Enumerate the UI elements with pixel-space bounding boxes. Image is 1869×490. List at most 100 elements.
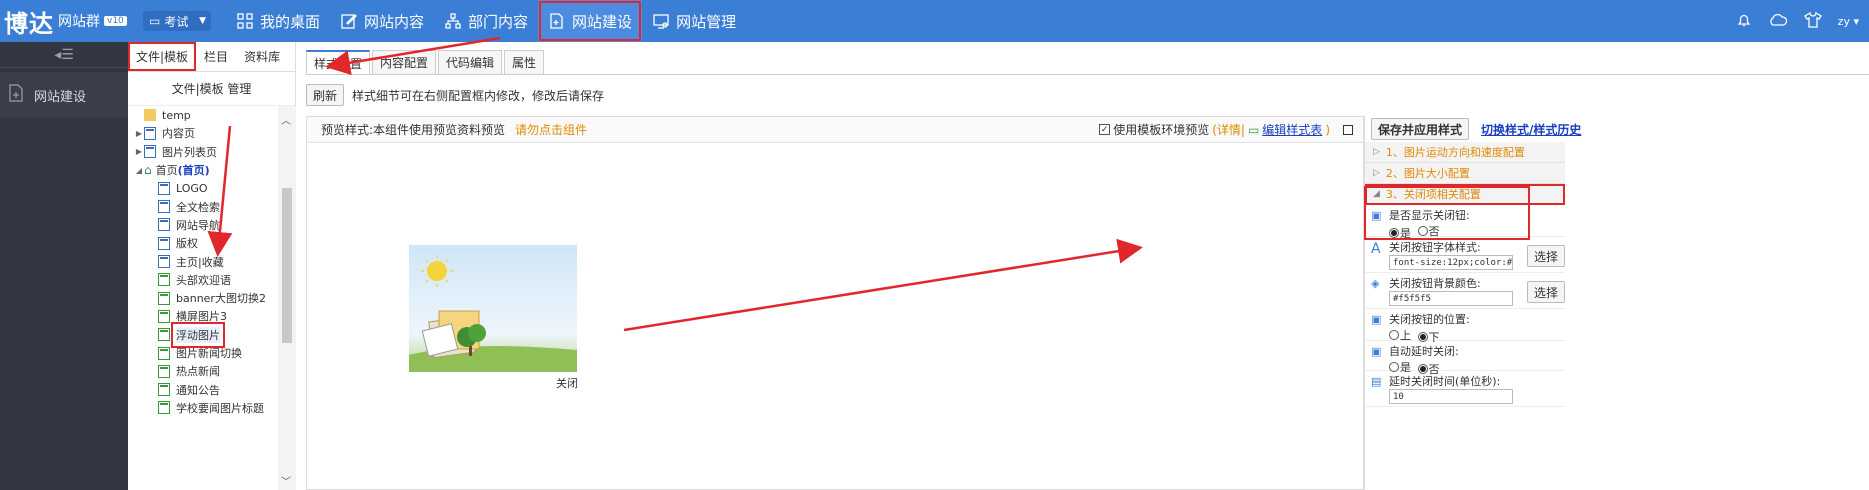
tree-item[interactable]: 主页|收藏	[128, 252, 278, 270]
tab-content-config[interactable]: 内容配置	[372, 50, 437, 74]
nav-desktop[interactable]: 我的桌面	[226, 0, 330, 42]
tree-item[interactable]: 浮动图片	[128, 321, 278, 348]
collapse-arrow-icon: ◢	[1373, 189, 1380, 199]
tree-expand-icon[interactable]: ▶	[134, 129, 144, 138]
user-menu[interactable]: zy ▾	[1838, 15, 1859, 28]
section-size[interactable]: ▷ 2、图片大小配置	[1365, 163, 1565, 184]
env-preview-label: 使用模板环境预览	[1113, 123, 1210, 137]
close-font-select-button[interactable]: 选择	[1527, 245, 1565, 267]
refresh-button[interactable]: 刷新	[306, 84, 345, 106]
close-float-button[interactable]: 关闭	[556, 375, 578, 391]
tree-scrollbar[interactable]: ︿ ﹀	[278, 106, 296, 490]
user-name: zy	[1837, 14, 1850, 28]
page-icon	[144, 126, 156, 140]
tab-properties[interactable]: 属性	[504, 50, 545, 74]
tree-item-label: 浮动图片	[171, 321, 225, 348]
site-select-value: 考试	[164, 14, 189, 29]
nav-site-build[interactable]: 网站建设	[538, 0, 643, 42]
preview-warning: 请勿点击组件	[515, 123, 588, 137]
tree-item-label: 通知公告	[176, 383, 220, 397]
tree-item[interactable]: 头部欢迎语	[128, 271, 278, 289]
section-close-config[interactable]: ◢ 3、关闭项相关配置	[1365, 184, 1565, 205]
delay-input[interactable]: 10	[1389, 389, 1513, 404]
bell-icon[interactable]	[1736, 12, 1752, 31]
tree-item[interactable]: 网站导航	[128, 216, 278, 234]
nav-site-content[interactable]: 网站内容	[330, 0, 434, 42]
section-label: 2、图片大小配置	[1385, 167, 1470, 180]
nav-site-admin[interactable]: 网站管理	[642, 0, 746, 42]
setting-doc-icon: ▣	[1371, 209, 1382, 222]
tab-library[interactable]: 资料库	[236, 42, 288, 71]
site-select[interactable]: ▭ 考试 ▼	[143, 11, 211, 31]
tree-item[interactable]: 横屏图片3	[128, 307, 278, 325]
tree-item[interactable]: LOGO	[128, 179, 278, 197]
close-bg-label: 关闭按钮背景颜色:	[1389, 277, 1481, 290]
maximize-icon[interactable]	[1343, 124, 1353, 135]
grid-icon	[236, 12, 254, 30]
tree-item[interactable]: temp	[128, 106, 278, 124]
style-hint: 样式细节可在右侧配置框内修改，修改后请保存	[352, 88, 605, 103]
close-bg-select-button[interactable]: 选择	[1527, 281, 1565, 303]
left-sidebar: ◂☰ 网站建设	[0, 42, 128, 490]
sidebar-item-site-build[interactable]: 网站建设	[0, 72, 128, 118]
top-bar: 博达 网站群 v10 ▭ 考试 ▼ 我的桌面 网站内容 部门内容 网站建设 网站…	[0, 0, 1869, 42]
chevron-up-icon[interactable]: ︿	[281, 112, 291, 127]
tab-code-edit[interactable]: 代码编辑	[438, 50, 503, 74]
close-font-label: 关闭按钮字体样式:	[1389, 241, 1481, 254]
save-apply-button[interactable]: 保存并应用样式	[1371, 118, 1470, 140]
tree-item[interactable]: ▶ 内容页	[128, 124, 278, 142]
template-tree-panel: 文件|模板 栏目 资料库 文件|模板 管理 temp ▶ 内容页 ▶ 图片列表页 ◢ ⌂ 首页…	[128, 42, 296, 490]
close-font-row: A 关闭按钮字体样式: font-size:12px;color:#33 选择	[1365, 237, 1565, 273]
page-icon	[158, 255, 170, 269]
component-icon	[158, 364, 170, 378]
chevron-down-icon[interactable]: ﹀	[281, 473, 291, 488]
tree-item[interactable]: ◢ ⌂ 首页 (首页)	[128, 161, 278, 179]
component-icon	[158, 346, 170, 360]
editor-tabs: 样式配置 内容配置 代码编辑 属性	[306, 50, 545, 74]
nav-desktop-label: 我的桌面	[260, 12, 321, 31]
scroll-thumb[interactable]	[282, 188, 292, 343]
nav-site-build-label: 网站建设	[572, 12, 633, 31]
close-font-input[interactable]: font-size:12px;color:#33	[1389, 255, 1513, 270]
logo-version: v10	[104, 16, 127, 26]
shirt-icon[interactable]	[1803, 11, 1822, 31]
tree-item[interactable]: 学校要闻图片标题	[128, 399, 278, 417]
tree-item[interactable]: banner大图切换2	[128, 289, 278, 307]
cloud-icon[interactable]	[1768, 13, 1788, 30]
tab-file-template[interactable]: 文件|模板	[128, 42, 197, 71]
tree-item[interactable]: 通知公告	[128, 380, 278, 398]
tree-item-label: 横屏图片3	[176, 310, 227, 324]
tree-item-label: 内容页	[162, 127, 195, 141]
edit-stylesheet-link[interactable]: 编辑样式表	[1262, 121, 1322, 138]
tree-expand-icon[interactable]: ◢	[134, 166, 144, 175]
section-label: 3、关闭项相关配置	[1385, 188, 1481, 201]
detail-link[interactable]: (详情|	[1212, 121, 1245, 138]
tree-item[interactable]: ▶ 图片列表页	[128, 143, 278, 161]
auto-close-row: ▣ 自动延时关闭: 是 否	[1365, 341, 1565, 376]
logo-main: 博达	[4, 9, 54, 38]
collapse-sidebar-icon[interactable]: ◂☰	[0, 42, 128, 68]
delay-row: ▤ 延时关闭时间(单位秒): 10	[1365, 371, 1565, 407]
tree-item-extra: (首页)	[177, 164, 210, 178]
nav-dept-content[interactable]: 部门内容	[434, 0, 538, 42]
folder-icon	[144, 109, 156, 122]
switch-history-link[interactable]: 切换样式/样式历史	[1481, 121, 1581, 138]
tree-item[interactable]: 版权	[128, 234, 278, 252]
close-pos-row: ▣ 关闭按钮的位置: 上 下	[1365, 309, 1565, 344]
tree-item[interactable]: 热点新闻	[128, 362, 278, 380]
tree-item-label: 图片列表页	[162, 145, 217, 159]
tree-item[interactable]: 图片新闻切换	[128, 344, 278, 362]
section-motion[interactable]: ▷ 1、图片运动方向和速度配置	[1365, 142, 1565, 163]
tree-item-label: LOGO	[176, 181, 208, 195]
tree-item-label: 首页	[155, 164, 178, 178]
tree-item[interactable]: 全文检索	[128, 197, 278, 215]
floating-image[interactable]	[409, 245, 577, 372]
page-icon	[158, 200, 170, 214]
tab-column[interactable]: 栏目	[196, 42, 236, 71]
tree-expand-icon[interactable]: ▶	[134, 147, 144, 156]
close-bg-input[interactable]: #f5f5f5	[1389, 291, 1513, 306]
env-preview-checkbox[interactable]: ✓	[1099, 124, 1111, 135]
nav-dept-content-label: 部门内容	[468, 12, 529, 31]
tab-style-config[interactable]: 样式配置	[306, 50, 371, 74]
tree-item-label: 图片新闻切换	[176, 347, 242, 360]
